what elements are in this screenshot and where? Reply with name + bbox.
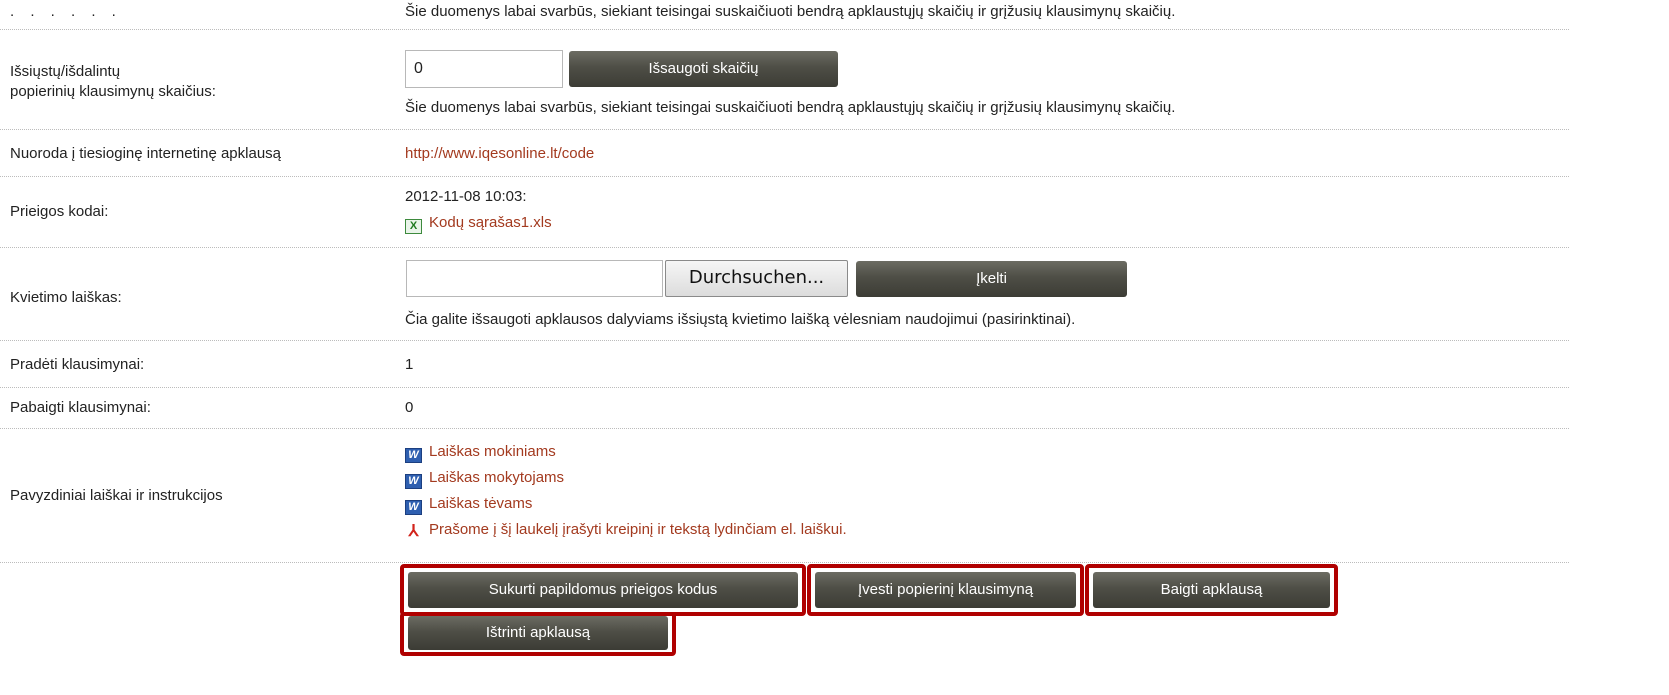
direct-link-label: Nuoroda į tiesioginę internetinę apklaus… xyxy=(10,145,282,162)
invitation-file-input[interactable] xyxy=(406,260,663,297)
browse-button[interactable]: Durchsuchen... xyxy=(665,260,848,297)
delete-survey-button[interactable]: Ištrinti apklausą xyxy=(408,616,668,650)
paper-count-label-line2: popierinių klausimynų skaičius: xyxy=(10,83,216,100)
sample-link-teachers[interactable]: Laiškas mokytojams xyxy=(429,469,564,486)
finish-survey-button[interactable]: Baigti apklausą xyxy=(1093,572,1330,608)
access-codes-file-link[interactable]: X Kodų sąrašas1.xls xyxy=(405,213,552,234)
finished-label: Pabaigti klausimynai: xyxy=(10,399,151,416)
row-paper-count: Išsiųstų/išdalintų popierinių klausimynų… xyxy=(0,30,1569,130)
access-codes-timestamp: 2012-11-08 10:03: xyxy=(405,188,527,205)
started-value: 1 xyxy=(405,356,414,373)
row-finished: Pabaigti klausimynai: 0 xyxy=(0,388,1569,429)
access-codes-file[interactable]: Kodų sąrašas1.xls xyxy=(429,214,552,231)
create-codes-button[interactable]: Sukurti papildomus prieigos kodus xyxy=(408,572,798,608)
word-icon: W xyxy=(405,448,422,463)
enter-paper-button[interactable]: Įvesti popierinį klausimyną xyxy=(815,572,1076,608)
list-item[interactable]: W Laiškas tėvams xyxy=(405,494,847,520)
paper-count-input[interactable]: 0 xyxy=(405,50,563,88)
row-started: Pradėti klausimynai: 1 xyxy=(0,341,1569,388)
sample-link-parents[interactable]: Laiškas tėvams xyxy=(429,495,532,512)
access-codes-label: Prieigos kodai: xyxy=(10,203,109,220)
invitation-note: Čia galite išsaugoti apklausos dalyviams… xyxy=(405,311,1076,328)
cutoff-label: . . . . . . xyxy=(10,3,122,20)
save-count-button[interactable]: Išsaugoti skaičių xyxy=(569,51,838,87)
row-invitation: Kvietimo laiškas: Durchsuchen... Įkelti … xyxy=(0,248,1569,341)
samples-list: W Laiškas mokiniams W Laiškas mokytojams W… xyxy=(405,442,847,546)
row-samples: Pavyzdiniai laiškai ir instrukcijos W Lai… xyxy=(0,429,1569,563)
list-item[interactable]: ⅄ Prašome į šį laukelį įrašyti kreipinį i… xyxy=(405,520,847,546)
paper-count-note: Šie duomenys labai svarbūs, siekiant tei… xyxy=(405,99,1176,116)
started-label: Pradėti klausimynai: xyxy=(10,356,145,373)
samples-label: Pavyzdiniai laiškai ir instrukcijos xyxy=(10,487,223,504)
invitation-label: Kvietimo laiškas: xyxy=(10,289,122,306)
top-note: Šie duomenys labai svarbūs, siekiant tei… xyxy=(405,3,1176,20)
pdf-icon: ⅄ xyxy=(408,523,419,540)
list-item[interactable]: W Laiškas mokiniams xyxy=(405,442,847,468)
word-icon: W xyxy=(405,500,422,515)
list-item[interactable]: W Laiškas mokytojams xyxy=(405,468,847,494)
upload-button[interactable]: Įkelti xyxy=(856,261,1127,297)
word-icon: W xyxy=(405,474,422,489)
direct-link-url[interactable]: http://www.iqesonline.lt/code xyxy=(405,144,594,164)
finished-value: 0 xyxy=(405,399,414,416)
sample-link-instructions[interactable]: Prašome į šį laukelį įrašyti kreipinį ir… xyxy=(429,521,847,538)
sample-link-students[interactable]: Laiškas mokiniams xyxy=(429,443,556,460)
row-top-cutoff: . . . . . . Šie duomenys labai svarbūs, … xyxy=(0,0,1569,30)
row-access-codes: Prieigos kodai: 2012-11-08 10:03: X Kodų … xyxy=(0,177,1569,248)
paper-count-label-line1: Išsiųstų/išdalintų xyxy=(10,63,121,80)
row-direct-link: Nuoroda į tiesioginę internetinę apklaus… xyxy=(0,130,1569,177)
paper-count-label: Išsiųstų/išdalintų popierinių klausimynų… xyxy=(10,62,216,102)
excel-icon: X xyxy=(405,219,422,234)
paper-count-value: 0 xyxy=(414,60,423,77)
